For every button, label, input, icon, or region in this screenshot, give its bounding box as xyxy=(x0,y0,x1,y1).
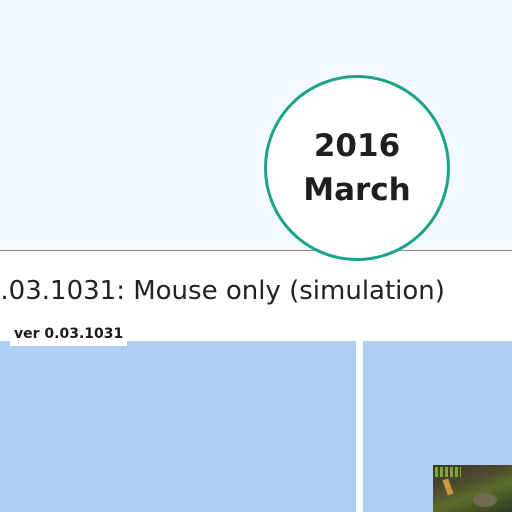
screenshot-image[interactable] xyxy=(363,341,512,512)
date-month: March xyxy=(303,172,411,208)
date-year: 2016 xyxy=(313,128,401,164)
entry-title[interactable]: Version 0.03.1031: Mouse only (simulatio… xyxy=(0,276,445,306)
game-terrain xyxy=(473,493,497,507)
date-badge: 2016 March xyxy=(264,75,450,261)
timeline-page: 2016 March Version 0.03.1031: Mouse only… xyxy=(0,0,512,512)
game-screenshot-thumbnail[interactable] xyxy=(433,465,512,512)
game-hud xyxy=(435,467,461,477)
screenshot-gallery xyxy=(0,341,512,512)
screenshot-image[interactable] xyxy=(0,341,356,512)
version-tag: ver 0.03.1031 xyxy=(10,322,128,346)
game-character xyxy=(442,478,454,496)
